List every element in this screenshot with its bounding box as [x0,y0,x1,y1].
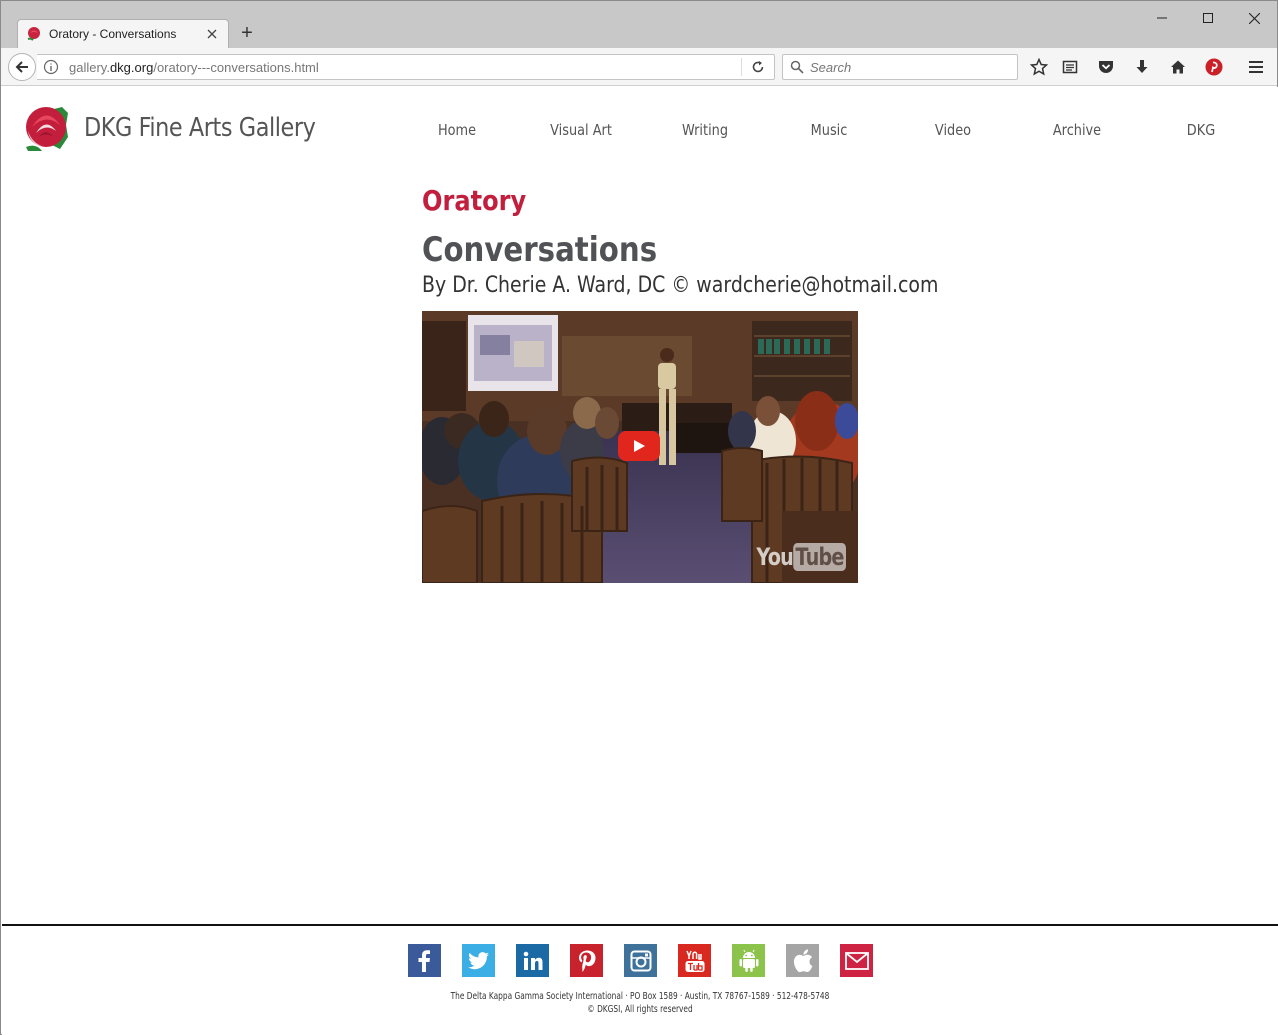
nav-dkg[interactable]: DKG [1148,121,1255,143]
linkedin-icon[interactable] [516,944,549,977]
youtube-video-player[interactable]: You Tube [422,311,858,583]
site-header: DKG Fine Arts Gallery Home Visual Art Wr… [2,87,1278,177]
footer-address: The Delta Kappa Gamma Society Internatio… [450,991,830,1002]
title-bar: Oratory - Conversations + [1,1,1277,48]
tab-title: Oratory - Conversations [49,27,177,41]
close-window-icon[interactable] [1231,7,1277,29]
close-tab-icon[interactable] [204,26,220,42]
menu-icon[interactable] [1246,57,1266,77]
search-input[interactable]: Search [810,60,851,75]
url-bar[interactable]: gallery.dkg.org/oratory---conversations.… [37,54,775,80]
maximize-icon[interactable] [1185,7,1231,29]
reload-icon[interactable] [742,55,774,79]
nav-archive[interactable]: Archive [1024,121,1131,143]
instagram-icon[interactable] [624,944,657,977]
browser-window: Oratory - Conversations + gallery.dkg.or… [0,0,1278,1035]
search-icon [790,60,804,74]
browser-tab[interactable]: Oratory - Conversations [17,19,229,48]
email-icon[interactable] [840,944,873,977]
nav-home[interactable]: Home [404,121,511,143]
pinterest-icon[interactable] [570,944,603,977]
main-content: Oratory Conversations By Dr. Cherie A. W… [422,183,939,301]
section-title: Oratory [422,184,527,217]
author-byline: By Dr. Cherie A. Ward, DC © wardcherie@h… [422,273,939,298]
nav-music[interactable]: Music [776,121,883,143]
back-arrow-icon [15,61,28,73]
site-title[interactable]: DKG Fine Arts Gallery [84,113,316,143]
search-bar[interactable]: Search [782,54,1018,80]
youtube-watermark[interactable]: You Tube [756,543,846,571]
reading-list-icon[interactable] [1060,57,1080,77]
twitter-icon[interactable] [462,944,495,977]
pinterest-extension-icon[interactable] [1204,57,1224,77]
play-icon [634,440,645,452]
site-footer: The Delta Kappa Gamma Society Internatio… [2,924,1278,1035]
nav-writing[interactable]: Writing [652,121,759,143]
footer-copyright: © DKGSI, All rights reserved [587,1004,693,1015]
apple-icon[interactable] [786,944,819,977]
web-page: DKG Fine Arts Gallery Home Visual Art Wr… [2,87,1278,1035]
info-icon[interactable] [43,59,59,75]
rose-logo-icon[interactable] [24,105,72,153]
page-title: Conversations [422,230,658,270]
nav-video[interactable]: Video [900,121,1007,143]
android-icon[interactable] [732,944,765,977]
rose-favicon-icon [27,27,40,41]
url-text[interactable]: gallery.dkg.org/oratory---conversations.… [69,60,741,75]
facebook-icon[interactable] [408,944,441,977]
bookmark-star-icon[interactable] [1029,57,1049,77]
social-links [408,944,873,977]
navigation-toolbar: gallery.dkg.org/oratory---conversations.… [1,48,1277,86]
play-button[interactable] [618,431,660,461]
pocket-icon[interactable] [1096,57,1116,77]
minimize-icon[interactable] [1139,7,1185,29]
back-button[interactable] [8,53,36,81]
home-icon[interactable] [1168,57,1188,77]
new-tab-button[interactable]: + [237,23,257,43]
download-icon[interactable] [1132,57,1152,77]
youtube-icon[interactable] [678,944,711,977]
site-navigation: Home Visual Art Writing Music Video Arch… [395,121,1263,143]
nav-visual-art[interactable]: Visual Art [528,121,635,143]
